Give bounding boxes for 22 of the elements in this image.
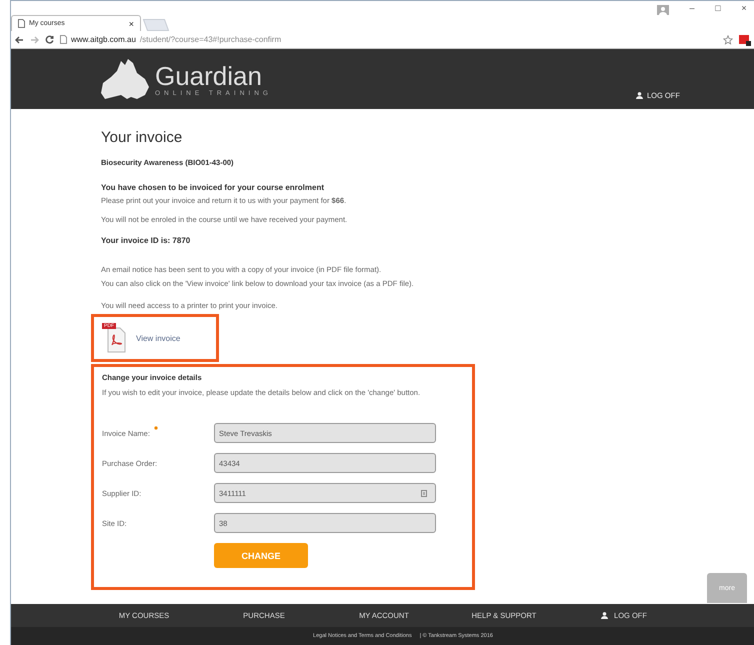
section-heading: You have chosen to be invoiced for your course enrolment xyxy=(100,183,324,192)
forward-icon[interactable] xyxy=(30,36,39,44)
brand-name: Guardian xyxy=(155,62,263,90)
field-lookup-icon xyxy=(421,490,427,496)
page-icon xyxy=(60,35,67,44)
user-icon xyxy=(601,612,608,619)
page-title: Your invoice xyxy=(100,129,182,146)
page-icon xyxy=(18,19,25,28)
close-tab-button[interactable]: × xyxy=(128,18,134,28)
user-profile-icon[interactable] xyxy=(657,5,669,15)
extension-icon[interactable] xyxy=(739,34,751,46)
invoice-id: Your invoice ID is: 7870 xyxy=(100,236,190,245)
window-control[interactable]: × xyxy=(733,3,754,13)
back-icon[interactable] xyxy=(15,36,24,44)
reload-icon[interactable] xyxy=(45,35,54,44)
star-icon[interactable] xyxy=(723,34,733,44)
view-invoice-link[interactable]: View invoice xyxy=(136,334,180,342)
australia-logo-icon xyxy=(101,57,151,101)
address-bar[interactable]: www.aitgb.com.au /student/?course=43#!purchase-confirm xyxy=(60,33,717,46)
window-control[interactable]: □ xyxy=(707,3,729,13)
window-control[interactable]: – xyxy=(681,3,703,13)
user-icon xyxy=(636,92,643,99)
